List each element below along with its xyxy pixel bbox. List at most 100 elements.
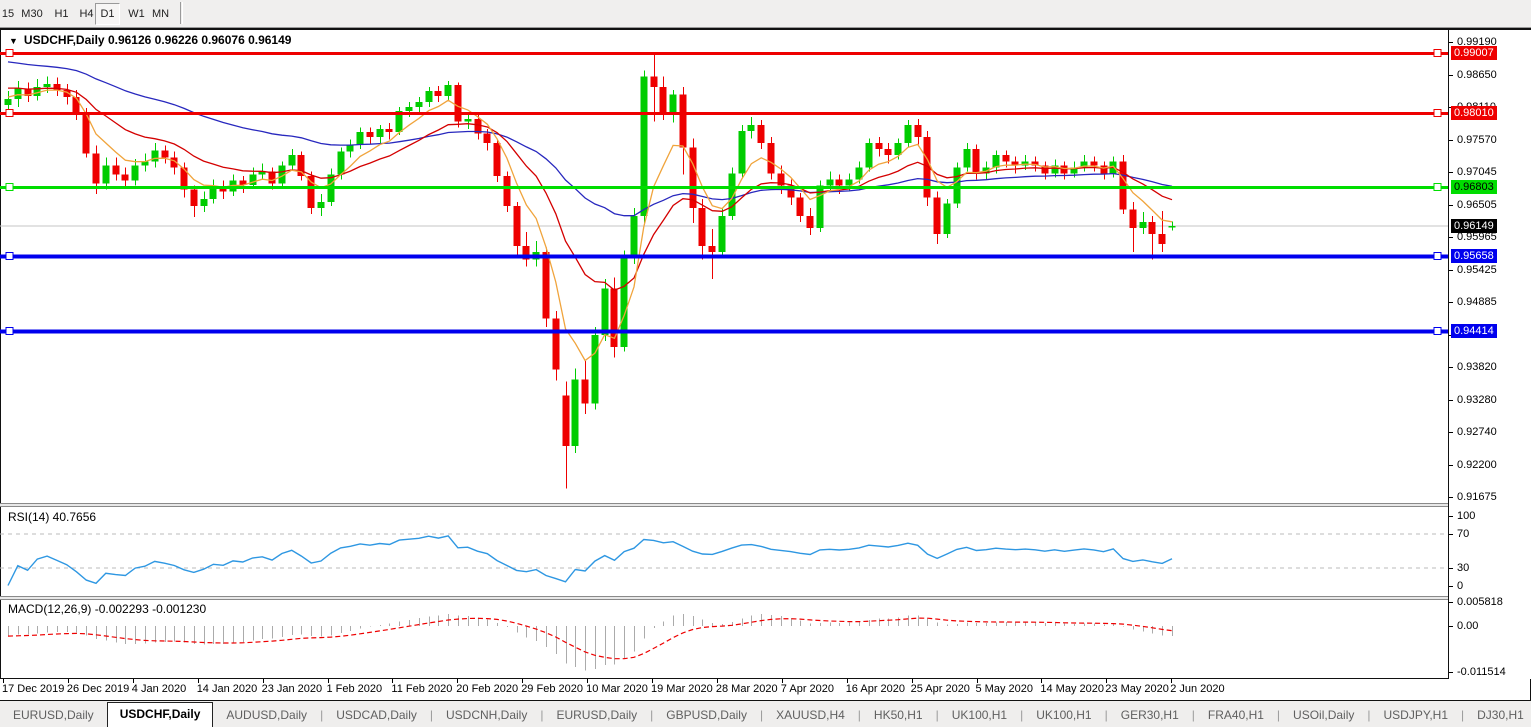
candle-body <box>885 149 892 155</box>
hline-handle[interactable] <box>1434 184 1441 191</box>
candle-body <box>357 132 364 144</box>
timeframe-button-d1[interactable]: D1 <box>95 3 120 25</box>
date-label: 29 Feb 2020 <box>521 683 583 695</box>
price-tick <box>1449 270 1453 271</box>
time-axis[interactable]: 17 Dec 201926 Dec 20194 Jan 202014 Jan 2… <box>0 679 1448 700</box>
timeframe-toolbar: 15M30H1H4D1W1MN <box>0 0 1531 28</box>
candle-body <box>132 166 139 181</box>
candle-body <box>876 143 883 149</box>
timeframe-button-mn[interactable]: MN <box>148 3 173 25</box>
candle-body <box>651 77 658 87</box>
pane-splitter-main-rsi[interactable] <box>0 503 1531 507</box>
candle-body <box>367 132 374 137</box>
rsi-line <box>8 536 1172 586</box>
timeframe-button-w1[interactable]: W1 <box>125 3 148 25</box>
candle-body <box>699 208 706 246</box>
hline-handle[interactable] <box>6 110 13 117</box>
candle-body <box>973 149 980 173</box>
candle-body <box>748 125 755 131</box>
price-tick <box>1449 497 1453 498</box>
hline-handle[interactable] <box>1434 110 1441 117</box>
dropdown-triangle-icon[interactable]: ▼ <box>9 36 18 46</box>
candle-body <box>15 89 22 99</box>
candle-body <box>5 99 12 105</box>
candle-body <box>406 107 413 111</box>
candle-body <box>44 84 51 87</box>
candle-body <box>1101 166 1108 174</box>
rsi-tick <box>1449 568 1453 569</box>
price-tick-label: 0.96505 <box>1457 199 1497 211</box>
price-tick <box>1449 367 1453 368</box>
price-badge-0.94414: 0.94414 <box>1451 324 1497 338</box>
chart-tab-xauusd-h4[interactable]: XAUUSD,H4 <box>763 704 858 727</box>
hline-handle[interactable] <box>1434 328 1441 335</box>
hline-handle[interactable] <box>6 184 13 191</box>
date-label: 19 Mar 2020 <box>651 683 713 695</box>
candle-body <box>563 396 570 446</box>
candle-body <box>484 133 491 143</box>
price-tick <box>1449 172 1453 173</box>
date-label: 1 Feb 2020 <box>327 683 383 695</box>
chart-tab-uk100-h1[interactable]: UK100,H1 <box>1023 704 1104 727</box>
candle-body <box>807 216 814 228</box>
date-label: 28 Mar 2020 <box>716 683 778 695</box>
candle-body <box>1003 155 1010 161</box>
rsi-tick-label: 30 <box>1457 562 1469 574</box>
rsi-tick-label: 70 <box>1457 528 1469 540</box>
hline-handle[interactable] <box>1434 50 1441 57</box>
chart-tab-usdcnh-daily[interactable]: USDCNH,Daily <box>433 704 540 727</box>
macd-tick-label: -0.011514 <box>1457 666 1506 678</box>
pane-splitter-rsi-macd[interactable] <box>0 596 1531 600</box>
candle-body <box>1159 234 1166 244</box>
chart-tab-ger30-h1[interactable]: GER30,H1 <box>1108 704 1192 727</box>
timeframe-button-h1[interactable]: H1 <box>50 3 73 25</box>
candle-body <box>338 152 345 175</box>
chart-tab-gbpusd-daily[interactable]: GBPUSD,Daily <box>653 704 760 727</box>
price-tick <box>1449 237 1453 238</box>
candle-body <box>93 153 100 183</box>
timeframe-button-m30[interactable]: M30 <box>18 3 46 25</box>
timeframe-button-15[interactable]: 15 <box>0 3 16 25</box>
price-tick <box>1449 42 1453 43</box>
chart-tab-eurusd-daily[interactable]: EURUSD,Daily <box>0 704 107 727</box>
chart-tab-dj30-h1[interactable]: DJ30,H1 <box>1464 704 1531 727</box>
price-badge-0.96803: 0.96803 <box>1451 180 1497 194</box>
macd-tick <box>1449 672 1453 673</box>
macd-signal-line <box>8 618 1172 659</box>
chart-tab-usdchf-daily[interactable]: USDCHF,Daily <box>107 702 214 727</box>
date-label: 10 Mar 2020 <box>586 683 648 695</box>
chart-tab-audusd-daily[interactable]: AUDUSD,Daily <box>213 704 320 727</box>
rsi-pane[interactable] <box>0 507 1448 596</box>
hline-handle[interactable] <box>6 50 13 57</box>
main-chart[interactable] <box>0 30 1448 503</box>
price-tick-label: 0.93280 <box>1457 394 1497 406</box>
candle-body <box>680 95 687 148</box>
chart-tab-uk100-h1[interactable]: UK100,H1 <box>939 704 1020 727</box>
chart-tab-eurusd-daily[interactable]: EURUSD,Daily <box>543 704 650 727</box>
candle-body <box>113 166 120 175</box>
candle-body <box>768 143 775 173</box>
candle-body <box>1140 222 1147 228</box>
date-label: 14 May 2020 <box>1040 683 1104 695</box>
application-window: 15M30H1H4D1W1MN ▼USDCHF,Daily 0.96126 0.… <box>0 0 1531 727</box>
hline-handle[interactable] <box>6 328 13 335</box>
hline-handle[interactable] <box>1434 253 1441 260</box>
price-axis[interactable]: 0.991900.986500.981100.975700.970450.965… <box>1448 30 1531 679</box>
slow-ma-line <box>8 62 1172 216</box>
hline-handle[interactable] <box>6 253 13 260</box>
date-label: 23 May 2020 <box>1105 683 1169 695</box>
price-tick <box>1449 75 1453 76</box>
chart-tab-usdjpy-h1[interactable]: USDJPY,H1 <box>1371 704 1461 727</box>
chart-tab-bar: EURUSD,DailyUSDCHF,DailyAUDUSD,Daily|USD… <box>0 701 1531 727</box>
chart-tab-fra40-h1[interactable]: FRA40,H1 <box>1195 704 1277 727</box>
date-label: 14 Jan 2020 <box>197 683 258 695</box>
chart-tab-usoil-daily[interactable]: USOil,Daily <box>1280 704 1367 727</box>
macd-pane[interactable] <box>0 600 1448 678</box>
price-badge-0.98010: 0.98010 <box>1451 106 1497 120</box>
candle-body <box>504 176 511 206</box>
candle-body <box>572 379 579 446</box>
candle-body <box>827 179 834 185</box>
chart-tab-hk50-h1[interactable]: HK50,H1 <box>861 704 936 727</box>
chart-tab-usdcad-daily[interactable]: USDCAD,Daily <box>323 704 430 727</box>
date-label: 2 Jun 2020 <box>1170 683 1224 695</box>
